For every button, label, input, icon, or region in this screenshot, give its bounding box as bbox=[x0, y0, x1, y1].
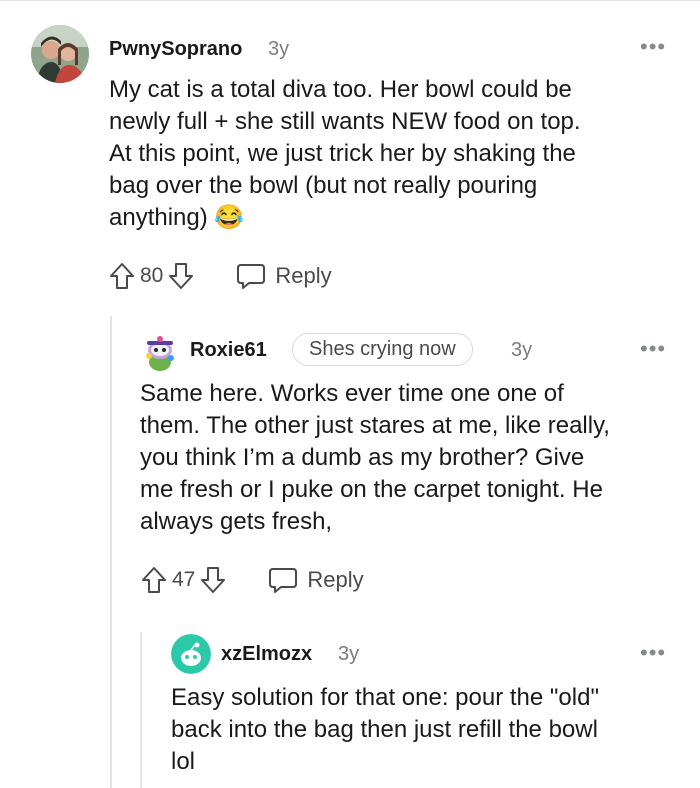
thread-line[interactable] bbox=[110, 316, 112, 788]
user-photo-avatar[interactable] bbox=[31, 25, 89, 83]
comment-body: My cat is a total diva too. Her bowl cou… bbox=[109, 74, 679, 234]
reply-bubble-icon bbox=[269, 568, 298, 593]
reply-bubble-icon bbox=[237, 264, 266, 289]
comment-line: them. The other just stares at me, like … bbox=[140, 412, 610, 439]
more-options-icon[interactable]: ••• bbox=[640, 36, 666, 58]
vote-count: 80 bbox=[140, 264, 164, 287]
comment-age: 3y bbox=[338, 643, 360, 665]
thread-line[interactable] bbox=[140, 632, 142, 788]
snoo-icon bbox=[171, 634, 211, 674]
comment-line: me fresh or I puke on the carpet tonight… bbox=[140, 476, 603, 503]
top-divider bbox=[0, 0, 700, 1]
snoo-avatar[interactable] bbox=[140, 332, 180, 372]
comment-line: back into the bag then just refill the b… bbox=[171, 716, 598, 743]
upvote-icon[interactable] bbox=[140, 565, 168, 595]
comment-age: 3y bbox=[268, 38, 290, 60]
comment-line: Same here. Works ever time one one of bbox=[140, 380, 564, 407]
downvote-icon[interactable] bbox=[167, 261, 195, 291]
comment-line: My cat is a total diva too. Her bowl cou… bbox=[109, 76, 572, 103]
comment-actions: 47 Reply bbox=[140, 562, 364, 598]
comment-body: Same here. Works ever time one one of th… bbox=[140, 378, 690, 538]
comment-line: At this point, we just trick her by shak… bbox=[109, 140, 576, 167]
comment-line-text: anything) bbox=[109, 204, 208, 231]
downvote-icon[interactable] bbox=[199, 565, 227, 595]
comment-line: you think I’m a dumb as my brother? Give bbox=[140, 444, 585, 471]
avatar-photo-icon bbox=[31, 25, 89, 83]
comment-line: newly full + she still wants NEW food on… bbox=[109, 108, 581, 135]
reply-button[interactable]: Reply bbox=[235, 262, 332, 290]
reply-label: Reply bbox=[275, 263, 332, 288]
comment-line: Easy solution for that one: pour the "ol… bbox=[171, 684, 599, 711]
user-flair: Shes crying now bbox=[292, 333, 473, 366]
snoo-costume-icon bbox=[140, 332, 180, 372]
reply-button[interactable]: Reply bbox=[267, 566, 364, 594]
username[interactable]: xzElmozx bbox=[221, 643, 312, 666]
more-options-icon[interactable]: ••• bbox=[640, 642, 666, 664]
reply-label: Reply bbox=[307, 567, 364, 592]
username[interactable]: Roxie61 bbox=[190, 339, 267, 362]
default-snoo-avatar[interactable] bbox=[171, 634, 211, 674]
laughing-emoji: 😂 bbox=[214, 204, 245, 231]
comment-line: bag over the bowl (but not really pourin… bbox=[109, 172, 538, 199]
comment-actions: 80 Reply bbox=[108, 258, 332, 294]
more-options-icon[interactable]: ••• bbox=[640, 338, 666, 360]
comment-body: Easy solution for that one: pour the "ol… bbox=[171, 682, 691, 778]
comment-line: anything) 😂 bbox=[109, 202, 679, 234]
username[interactable]: PwnySoprano bbox=[109, 38, 242, 61]
vote-count: 47 bbox=[172, 568, 196, 591]
comment-line: lol bbox=[171, 748, 196, 775]
upvote-icon[interactable] bbox=[108, 261, 136, 291]
comment-age: 3y bbox=[511, 339, 533, 361]
comment-line: always gets fresh, bbox=[140, 508, 333, 535]
